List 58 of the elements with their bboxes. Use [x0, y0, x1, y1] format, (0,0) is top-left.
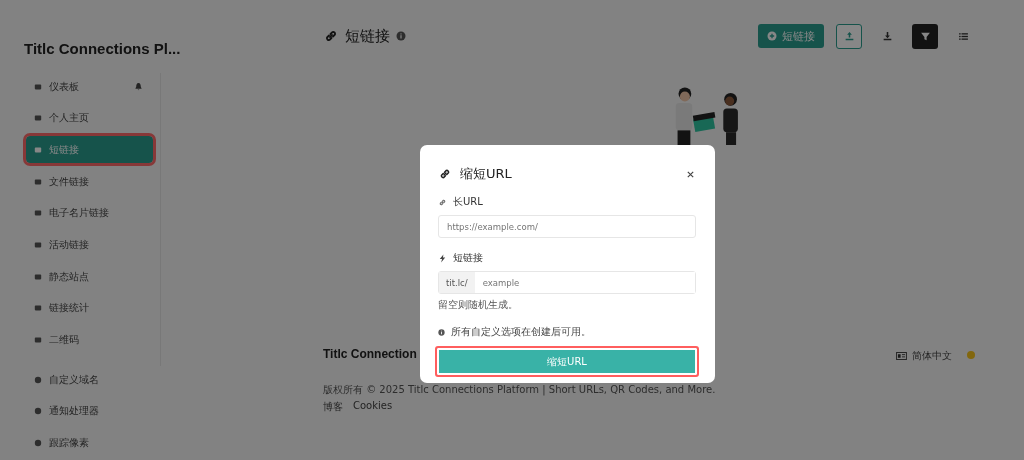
square-icon: [34, 304, 42, 313]
sidebar-item[interactable]: 活动链接: [26, 231, 153, 259]
info-icon: [438, 328, 445, 336]
field-label: 短链接: [453, 251, 483, 265]
footer-link[interactable]: Cookies: [353, 400, 393, 414]
page-title: 短链接: [345, 26, 390, 46]
square-icon: [34, 177, 42, 186]
sidebar-item[interactable]: 链接统计: [26, 294, 153, 322]
upload-button[interactable]: [836, 23, 862, 49]
help-text: 留空则随机生成。: [438, 298, 519, 312]
dialog-title: 缩短URL: [460, 165, 512, 183]
shorten-url-button[interactable]: 缩短URL: [435, 346, 699, 377]
language-selector[interactable]: 简体中文: [896, 349, 952, 363]
url-prefix: tit.lc/: [439, 272, 475, 293]
list-icon: [957, 30, 969, 42]
lightning-icon: [438, 253, 447, 263]
language-icon: [896, 352, 907, 360]
sidebar-item[interactable]: 二维码: [26, 326, 153, 354]
bell-icon[interactable]: [134, 82, 143, 91]
circle-icon: [34, 439, 42, 448]
info-icon[interactable]: [396, 31, 406, 41]
sidebar-item[interactable]: 短链接: [26, 136, 153, 164]
sidebar-item[interactable]: 静态站点: [26, 263, 153, 291]
footer-link[interactable]: 博客: [323, 400, 343, 414]
field-label: 长URL: [453, 195, 483, 209]
short-link-field[interactable]: tit.lc/ example: [438, 271, 696, 294]
square-icon: [34, 336, 42, 344]
filter-icon: [919, 30, 931, 42]
square-icon: [34, 82, 42, 91]
square-icon: [34, 272, 42, 281]
sidebar-item[interactable]: 跟踪像素: [26, 429, 153, 457]
filter-button[interactable]: [912, 23, 938, 49]
circle-icon: [34, 375, 42, 384]
sidebar-item[interactable]: 自定义域名: [26, 366, 153, 394]
close-icon[interactable]: [686, 169, 695, 179]
long-url-field[interactable]: https://example.com/: [438, 215, 696, 238]
sidebar-item[interactable]: 通知处理器: [26, 398, 153, 425]
square-icon: [34, 209, 42, 218]
footer-title: Titlc Connection: [323, 347, 418, 361]
plus-icon: [767, 31, 777, 41]
sidebar-item[interactable]: 仪表板: [26, 73, 153, 100]
square-icon: [34, 145, 42, 154]
link-icon: [438, 197, 447, 207]
note-text: 所有自定义选项在创建后可用。: [451, 325, 591, 339]
download-icon: [881, 30, 893, 42]
link-icon: [323, 28, 339, 44]
copyright-text: 版权所有 © 2025 Titlc Connections Platform | Short URLs, QR Codes, and More.: [323, 383, 716, 397]
sidebar-item[interactable]: 个人主页: [26, 104, 153, 132]
sidebar-item[interactable]: 电子名片链接: [26, 199, 153, 227]
square-icon: [34, 114, 42, 123]
app-title: Titlc Connections Pl...: [24, 39, 181, 59]
theme-toggle-icon[interactable]: [966, 350, 976, 360]
circle-icon: [34, 407, 42, 416]
link-icon: [438, 167, 452, 181]
square-icon: [34, 240, 42, 249]
upload-icon: [843, 30, 855, 42]
new-short-link-button[interactable]: 短链接: [758, 24, 824, 48]
sidebar-item[interactable]: 文件链接: [26, 168, 153, 196]
